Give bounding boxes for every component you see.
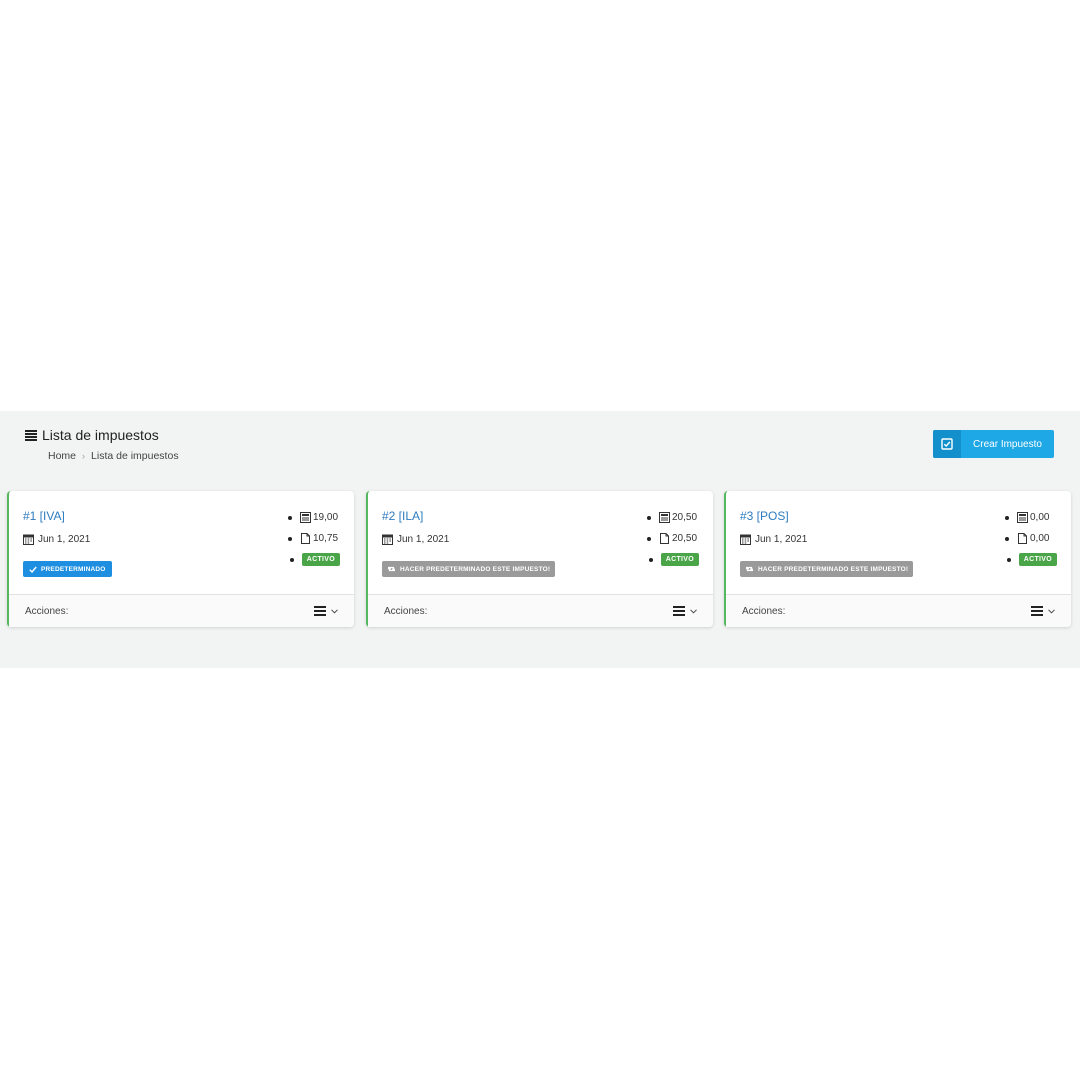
tax-card-title[interactable]: #3 [POS] [740, 509, 789, 523]
list-icon [25, 429, 37, 441]
stat-row-rate: 20,50 [629, 507, 699, 528]
create-tax-label: Crear Impuesto [973, 438, 1042, 450]
document-icon [301, 533, 310, 544]
check-icon [29, 566, 37, 573]
tax-card-3: #3 [POS] Jun 1, 2021 HACER PREDETERMINAD… [724, 491, 1071, 627]
breadcrumb-current: Lista de impuestos [91, 450, 179, 462]
calculator-icon [1017, 512, 1028, 523]
stat-row-status: ACTIVO [270, 549, 340, 570]
stat-row-status: ACTIVO [987, 549, 1057, 570]
check-square-icon [941, 438, 953, 450]
chevron-down-icon [331, 608, 338, 614]
retweet-icon [745, 566, 754, 572]
actions-label: Acciones: [384, 605, 428, 617]
make-default-button[interactable]: HACER PREDETERMINADO ESTE IMPUESTO! [740, 561, 914, 577]
tax-card-2: #2 [ILA] Jun 1, 2021 HACER PREDETERMINAD… [366, 491, 713, 627]
actions-label: Acciones: [25, 605, 69, 617]
tax-card-date: Jun 1, 2021 [740, 534, 807, 545]
tax-card-date-text: Jun 1, 2021 [397, 534, 450, 545]
chevron-down-icon [690, 608, 697, 614]
make-default-button[interactable]: HACER PREDETERMINADO ESTE IMPUESTO! [382, 561, 556, 577]
bullet [648, 557, 653, 562]
create-tax-button[interactable]: Crear Impuesto [933, 430, 1054, 458]
bullet [1006, 557, 1011, 562]
stat-secondary-value: 0,00 [1030, 533, 1050, 544]
tax-card-title[interactable]: #2 [ILA] [382, 509, 423, 523]
stat-row-secondary: 0,00 [987, 528, 1057, 549]
tax-card-footer: Acciones: [726, 594, 1071, 627]
tax-card-footer: Acciones: [368, 594, 713, 627]
calculator-icon [659, 512, 670, 523]
default-badge: PREDETERMINADO [23, 561, 112, 577]
page-title: Lista de impuestos [25, 427, 159, 443]
tax-card-date: Jun 1, 2021 [23, 534, 90, 545]
bullet [647, 536, 651, 541]
tax-card-stats: 0,00 0,00 ACTIVO [987, 507, 1057, 570]
calendar-icon [23, 534, 34, 545]
calendar-icon [382, 534, 393, 545]
calendar-icon [740, 534, 751, 545]
breadcrumb: Home › Lista de impuestos [48, 450, 179, 462]
chevron-down-icon [1048, 608, 1055, 614]
status-badge: ACTIVO [301, 553, 340, 566]
make-default-label: HACER PREDETERMINADO ESTE IMPUESTO! [758, 565, 909, 573]
bullet [289, 557, 294, 562]
bullet [1005, 515, 1009, 520]
tax-card-title[interactable]: #1 [IVA] [23, 509, 65, 523]
breadcrumb-separator: › [82, 451, 86, 461]
document-icon [660, 533, 669, 544]
tax-card-1: #1 [IVA] Jun 1, 2021 PREDETERMINADO 19,0… [7, 491, 354, 627]
breadcrumb-home[interactable]: Home [48, 450, 76, 462]
actions-label: Acciones: [742, 605, 786, 617]
document-icon [1018, 533, 1027, 544]
bullet [288, 536, 292, 541]
bullet [288, 515, 292, 520]
tax-card-date: Jun 1, 2021 [382, 534, 449, 545]
bullet [1005, 536, 1009, 541]
stat-row-rate: 19,00 [270, 507, 340, 528]
stat-row-secondary: 20,50 [629, 528, 699, 549]
page-title-text: Lista de impuestos [42, 427, 159, 443]
stat-secondary-value: 20,50 [672, 533, 698, 544]
hamburger-icon [314, 606, 326, 616]
stat-rate-value: 20,50 [672, 512, 698, 523]
content-panel: Lista de impuestos Home › Lista de impue… [0, 411, 1080, 668]
default-badge-label: PREDETERMINADO [41, 565, 106, 573]
bullet [647, 515, 651, 520]
create-tax-icon-wrap [933, 430, 961, 458]
actions-menu-button[interactable] [673, 606, 697, 616]
stat-row-secondary: 10,75 [270, 528, 340, 549]
retweet-icon [387, 566, 396, 572]
stat-rate-value: 19,00 [313, 512, 339, 523]
tax-card-stats: 19,00 10,75 ACTIVO [270, 507, 340, 570]
status-badge: ACTIVO [1018, 553, 1057, 566]
stat-secondary-value: 10,75 [313, 533, 339, 544]
tax-card-footer: Acciones: [9, 594, 354, 627]
actions-menu-button[interactable] [314, 606, 338, 616]
stat-row-rate: 0,00 [987, 507, 1057, 528]
make-default-label: HACER PREDETERMINADO ESTE IMPUESTO! [400, 565, 551, 573]
stat-rate-value: 0,00 [1030, 512, 1050, 523]
tax-card-date-text: Jun 1, 2021 [38, 534, 91, 545]
status-badge: ACTIVO [660, 553, 699, 566]
hamburger-icon [673, 606, 685, 616]
tax-card-date-text: Jun 1, 2021 [755, 534, 808, 545]
tax-card-stats: 20,50 20,50 ACTIVO [629, 507, 699, 570]
hamburger-icon [1031, 606, 1043, 616]
stat-row-status: ACTIVO [629, 549, 699, 570]
actions-menu-button[interactable] [1031, 606, 1055, 616]
calculator-icon [300, 512, 311, 523]
